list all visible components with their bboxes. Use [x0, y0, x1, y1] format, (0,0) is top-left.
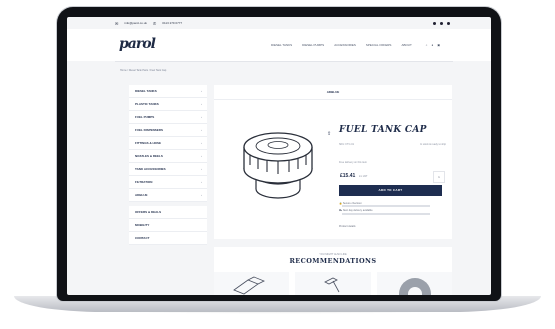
info-row: ⛟ Next day delivery available: [339, 209, 452, 216]
sidebar-item-label: FILTRATION: [135, 180, 153, 184]
info-rule: [342, 213, 430, 216]
sidebar-item[interactable]: FUEL DISPENSERS ›: [129, 124, 207, 137]
add-to-cart-button[interactable]: ADD TO CART: [339, 185, 442, 196]
recommendation-card[interactable]: [295, 272, 371, 295]
truck-icon: ⛟: [339, 209, 343, 212]
chevron-right-icon: ›: [201, 154, 202, 158]
sidebar-item[interactable]: ADBLUE ›: [129, 189, 207, 202]
sidebar-item[interactable]: FITTINGS & HOSE ›: [129, 137, 207, 150]
sidebar-item-label: DIESEL TANKS: [135, 89, 157, 93]
chevron-right-icon: ›: [201, 167, 202, 171]
chevron-right-icon: ›: [201, 141, 202, 145]
chevron-right-icon: ›: [201, 180, 202, 184]
sidebar-item[interactable]: FILTRATION ›: [129, 176, 207, 189]
product-details-link[interactable]: Product details: [339, 225, 356, 228]
mail-icon: ✉: [115, 20, 119, 26]
sidebar-item[interactable]: NOZZLES & REELS ›: [129, 150, 207, 163]
tank-bracket-image: [233, 276, 265, 295]
product-sku: SKU: FTC-01: [339, 143, 355, 146]
info-text: Next day delivery available: [342, 209, 373, 212]
fuel-cap-image: [243, 132, 313, 199]
sidebar-item-label: FUEL DISPENSERS: [135, 128, 163, 132]
info-rule: [342, 205, 430, 208]
sidebar-item[interactable]: TANK ACCESSORIES ›: [129, 163, 207, 176]
recommendations-title: RECOMMENDATIONS: [289, 257, 377, 265]
sidebar-item[interactable]: FUEL PUMPS ›: [129, 111, 207, 124]
sidebar-item[interactable]: CONTACT: [129, 232, 207, 245]
cart-icon[interactable]: ▣: [437, 43, 440, 47]
topbar-email[interactable]: info@parol.co.uk: [124, 21, 147, 25]
breadcrumb[interactable]: Home / Diesel Tank Parts / Fuel Tank Cap: [120, 69, 166, 72]
twitter-icon[interactable]: [440, 21, 443, 25]
nav-item[interactable]: SPECIAL OFFERS: [366, 43, 392, 47]
nozzle-image: [324, 277, 340, 293]
header-divider: [115, 61, 453, 62]
account-icon[interactable]: ●: [431, 43, 433, 47]
topbar-phone[interactable]: 0113 279 0777: [162, 21, 182, 25]
product-price: £15.41: [340, 173, 356, 179]
facebook-icon[interactable]: [433, 21, 436, 25]
product-title: FUEL TANK CAP: [339, 125, 427, 135]
delivery-note: Free delivery on this item: [339, 161, 367, 164]
site-logo[interactable]: parol: [119, 36, 156, 52]
chevron-right-icon: ›: [201, 128, 202, 132]
contact-topbar: ✉ info@parol.co.uk ✆ 0113 279 0777: [67, 17, 491, 29]
nav-item[interactable]: ACCESSORIES: [334, 43, 356, 47]
sidebar-item[interactable]: PLASTIC TANKS ›: [129, 98, 207, 111]
site-header: parol DIESEL TANKS DIESEL PUMPS ACCESSOR…: [67, 29, 491, 61]
chevron-right-icon: ›: [201, 115, 202, 119]
share-icon[interactable]: ⇪: [327, 131, 331, 137]
price-vat-label: inc VAT: [359, 175, 368, 178]
nav-item[interactable]: DIESEL PUMPS: [302, 43, 324, 47]
sidebar-item[interactable]: MOBILITY: [129, 219, 207, 232]
nav-item[interactable]: DIESEL TANKS: [271, 43, 292, 47]
recommendations-panel: YOU MIGHT ALSO LIKE RECOMMENDATIONS: [214, 247, 452, 295]
quantity-stepper[interactable]: 1: [433, 171, 445, 183]
category-sidebar: DIESEL TANKS › PLASTIC TANKS › FUEL PUMPS ›…: [129, 85, 207, 245]
sidebar-item[interactable]: OFFERS & DEALS: [129, 206, 207, 219]
laptop-screen: ✉ info@parol.co.uk ✆ 0113 279 0777 parol…: [67, 17, 491, 295]
recommendations-subtitle: YOU MIGHT ALSO LIKE: [319, 253, 347, 256]
hose-reel-image: [398, 278, 431, 295]
stock-status: In stock & ready to ship: [420, 143, 446, 146]
sidebar-item-label: OFFERS & DEALS: [135, 210, 162, 214]
linkedin-icon[interactable]: [447, 21, 450, 25]
recommendation-card[interactable]: [214, 272, 290, 295]
chevron-right-icon: ›: [201, 193, 202, 197]
sidebar-item-label: FITTINGS & HOSE: [135, 141, 162, 145]
sidebar-item-label: MOBILITY: [135, 223, 150, 227]
recommendation-cards: [214, 272, 452, 295]
nav-item[interactable]: ABOUT: [401, 43, 411, 47]
section-heading: ADBLUE: [326, 90, 340, 94]
section-divider: [214, 99, 452, 100]
sidebar-item-label: ADBLUE: [135, 193, 148, 197]
phone-icon: ✆: [152, 20, 157, 26]
sidebar-item-label: CONTACT: [135, 236, 150, 240]
main-nav: DIESEL TANKS DIESEL PUMPS ACCESSORIES SP…: [271, 43, 440, 47]
chevron-right-icon: ›: [201, 89, 202, 93]
sidebar-item-label: TANK ACCESSORIES: [135, 167, 166, 171]
chevron-right-icon: ›: [201, 102, 202, 106]
search-icon[interactable]: ⌕: [426, 43, 428, 47]
product-panel: ADBLUE ⇪ FUEL TANK CAP SKU: FTC-01 In st…: [214, 85, 452, 239]
sidebar-item-label: PLASTIC TANKS: [135, 102, 159, 106]
recommendation-card[interactable]: [376, 272, 452, 295]
info-row: 🔒 Secure checkout: [339, 202, 452, 208]
sidebar-item[interactable]: DIESEL TANKS ›: [129, 85, 207, 98]
sidebar-item-label: FUEL PUMPS: [135, 115, 155, 119]
sidebar-item-label: NOZZLES & REELS: [135, 154, 163, 158]
